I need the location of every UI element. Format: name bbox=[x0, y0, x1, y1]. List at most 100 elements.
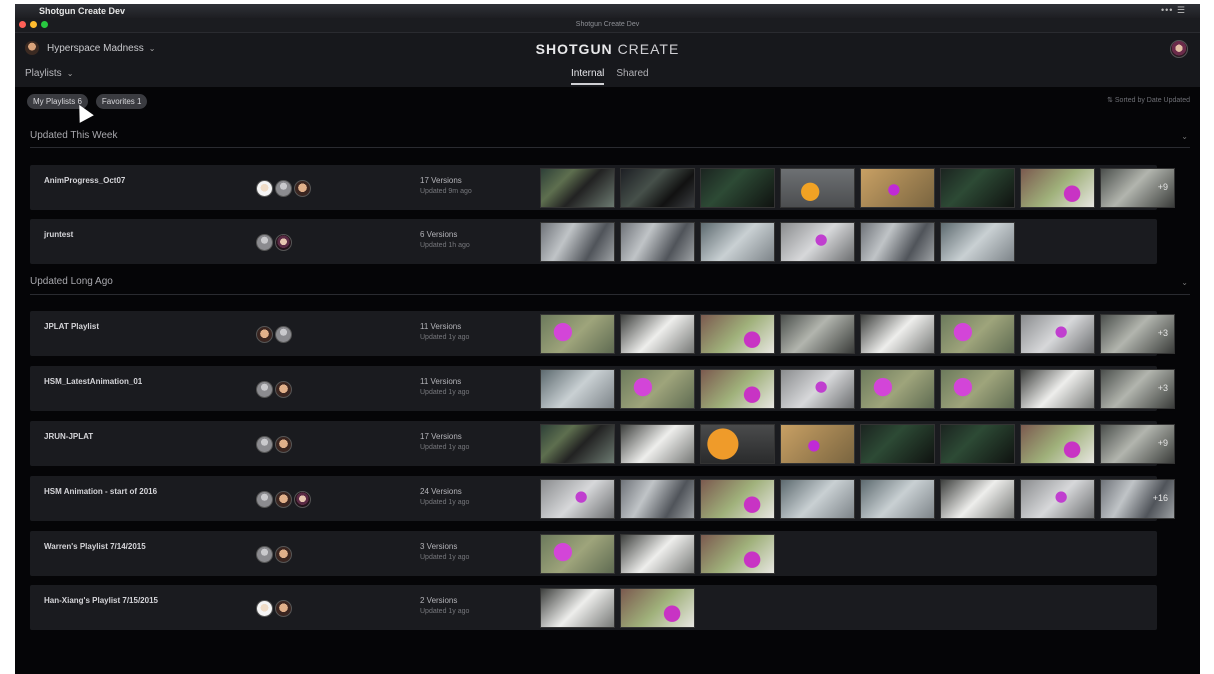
collaborator-avatar[interactable] bbox=[256, 436, 273, 453]
playlists-label: Playlists bbox=[25, 68, 62, 79]
version-thumbnails: +9 bbox=[540, 424, 1175, 464]
version-thumbnail[interactable] bbox=[620, 479, 695, 519]
version-thumbnail[interactable] bbox=[540, 369, 615, 409]
version-thumbnail[interactable] bbox=[940, 222, 1015, 262]
collaborator-avatar[interactable] bbox=[256, 326, 273, 343]
version-thumbnail[interactable] bbox=[620, 534, 695, 574]
close-window-button[interactable] bbox=[19, 21, 26, 28]
version-thumbnail[interactable] bbox=[1020, 314, 1095, 354]
version-thumbnails: +3 bbox=[540, 369, 1175, 409]
collaborator-avatar[interactable] bbox=[275, 436, 292, 453]
version-thumbnail[interactable] bbox=[700, 222, 775, 262]
version-thumbnail[interactable] bbox=[940, 479, 1015, 519]
version-thumbnail[interactable] bbox=[540, 588, 615, 628]
version-thumbnail[interactable] bbox=[620, 424, 695, 464]
collaborator-avatar[interactable] bbox=[275, 600, 292, 617]
version-thumbnail[interactable] bbox=[780, 479, 855, 519]
version-thumbnail[interactable] bbox=[700, 369, 775, 409]
playlists-dropdown[interactable]: Playlists ⌄ bbox=[25, 68, 73, 79]
version-thumbnail[interactable] bbox=[540, 534, 615, 574]
version-thumbnail[interactable] bbox=[860, 222, 935, 262]
section-collapse-chevron-icon[interactable]: ⌄ bbox=[1181, 132, 1188, 141]
version-thumbnail[interactable] bbox=[780, 222, 855, 262]
playlist-row[interactable]: Han-Xiang's Playlist 7/15/2015 2 Versions… bbox=[30, 585, 1157, 630]
version-thumbnail[interactable] bbox=[940, 369, 1015, 409]
version-thumbnail[interactable] bbox=[700, 534, 775, 574]
version-thumbnail[interactable] bbox=[620, 168, 695, 208]
version-thumbnail[interactable] bbox=[860, 479, 935, 519]
user-avatar[interactable] bbox=[1170, 40, 1188, 58]
version-thumbnail[interactable]: +3 bbox=[1100, 369, 1175, 409]
collaborator-avatar[interactable] bbox=[256, 381, 273, 398]
version-thumbnail[interactable] bbox=[700, 168, 775, 208]
collaborator-avatar[interactable] bbox=[256, 491, 273, 508]
version-thumbnail[interactable] bbox=[860, 314, 935, 354]
playlist-row[interactable]: JPLAT Playlist 11 Versions Updated 1y ago +… bbox=[30, 311, 1175, 356]
collaborator-avatar[interactable] bbox=[275, 234, 292, 251]
zoom-window-button[interactable] bbox=[41, 21, 48, 28]
more-versions-count: +3 bbox=[1157, 383, 1168, 393]
sort-control[interactable]: ⇅ Sorted by Date Updated bbox=[1107, 96, 1190, 104]
collaborator-avatar[interactable] bbox=[256, 180, 273, 197]
version-thumbnail[interactable] bbox=[540, 424, 615, 464]
version-thumbnail[interactable] bbox=[860, 369, 935, 409]
version-thumbnail[interactable] bbox=[1020, 424, 1095, 464]
version-thumbnail[interactable] bbox=[780, 369, 855, 409]
collaborator-avatar[interactable] bbox=[294, 180, 311, 197]
version-thumbnail[interactable] bbox=[700, 424, 775, 464]
version-thumbnail[interactable] bbox=[940, 424, 1015, 464]
version-thumbnail[interactable] bbox=[540, 479, 615, 519]
version-thumbnail[interactable] bbox=[700, 479, 775, 519]
collaborator-avatar[interactable] bbox=[275, 381, 292, 398]
version-thumbnail[interactable] bbox=[620, 369, 695, 409]
playlist-row[interactable]: Warren's Playlist 7/14/2015 3 Versions Upd… bbox=[30, 531, 1157, 576]
minimize-window-button[interactable] bbox=[30, 21, 37, 28]
collaborator-avatar[interactable] bbox=[256, 234, 273, 251]
section-collapse-chevron-icon[interactable]: ⌄ bbox=[1181, 278, 1188, 287]
collaborator-avatar[interactable] bbox=[256, 546, 273, 563]
version-thumbnail[interactable] bbox=[940, 168, 1015, 208]
version-thumbnail[interactable] bbox=[860, 168, 935, 208]
updated-time: Updated 1y ago bbox=[420, 389, 470, 396]
collaborator-avatar[interactable] bbox=[275, 326, 292, 343]
playlist-row[interactable]: AnimProgress_Oct07 17 Versions Updated 9m … bbox=[30, 165, 1175, 210]
version-thumbnail[interactable]: +3 bbox=[1100, 314, 1175, 354]
version-thumbnail[interactable] bbox=[780, 168, 855, 208]
version-thumbnail[interactable] bbox=[620, 222, 695, 262]
version-thumbnail[interactable]: +9 bbox=[1100, 168, 1175, 208]
playlist-row[interactable]: jruntest 6 Versions Updated 1h ago bbox=[30, 219, 1157, 264]
collaborator-avatar[interactable] bbox=[256, 600, 273, 617]
version-thumbnail[interactable] bbox=[620, 588, 695, 628]
collaborator-avatar[interactable] bbox=[294, 491, 311, 508]
more-versions-count: +16 bbox=[1152, 493, 1168, 503]
playlist-row[interactable]: JRUN-JPLAT 17 Versions Updated 1y ago +9 bbox=[30, 421, 1175, 466]
tab-internal[interactable]: Internal bbox=[571, 68, 605, 85]
version-thumbnail[interactable] bbox=[1020, 369, 1095, 409]
version-thumbnail[interactable] bbox=[540, 222, 615, 262]
version-thumbnail[interactable] bbox=[540, 314, 615, 354]
version-thumbnail[interactable] bbox=[540, 168, 615, 208]
version-thumbnail[interactable] bbox=[700, 314, 775, 354]
version-thumbnail[interactable] bbox=[620, 314, 695, 354]
version-thumbnail[interactable] bbox=[1020, 168, 1095, 208]
playlist-collaborators bbox=[256, 180, 311, 197]
version-thumbnail[interactable] bbox=[1020, 479, 1095, 519]
playlist-row[interactable]: HSM_LatestAnimation_01 11 Versions Updated… bbox=[30, 366, 1175, 411]
collaborator-avatar[interactable] bbox=[275, 491, 292, 508]
menubar-extras-icon[interactable]: ••• ☰ bbox=[1161, 5, 1186, 16]
version-thumbnail[interactable] bbox=[780, 314, 855, 354]
tab-shared[interactable]: Shared bbox=[616, 68, 648, 85]
section-title[interactable]: Updated Long Ago bbox=[30, 276, 113, 287]
version-thumbnail[interactable] bbox=[940, 314, 1015, 354]
version-thumbnail[interactable] bbox=[780, 424, 855, 464]
menubar-app-name[interactable]: Shotgun Create Dev bbox=[39, 6, 125, 16]
collaborator-avatar[interactable] bbox=[275, 546, 292, 563]
playlist-name: HSM_LatestAnimation_01 bbox=[44, 377, 143, 386]
section-title[interactable]: Updated This Week bbox=[30, 130, 117, 141]
playlist-row[interactable]: HSM Animation - start of 2016 24 Versions… bbox=[30, 476, 1175, 521]
version-thumbnail[interactable] bbox=[860, 424, 935, 464]
favorites-chip[interactable]: Favorites 1 bbox=[95, 94, 148, 109]
version-thumbnail[interactable]: +9 bbox=[1100, 424, 1175, 464]
collaborator-avatar[interactable] bbox=[275, 180, 292, 197]
version-thumbnail[interactable]: +16 bbox=[1100, 479, 1175, 519]
